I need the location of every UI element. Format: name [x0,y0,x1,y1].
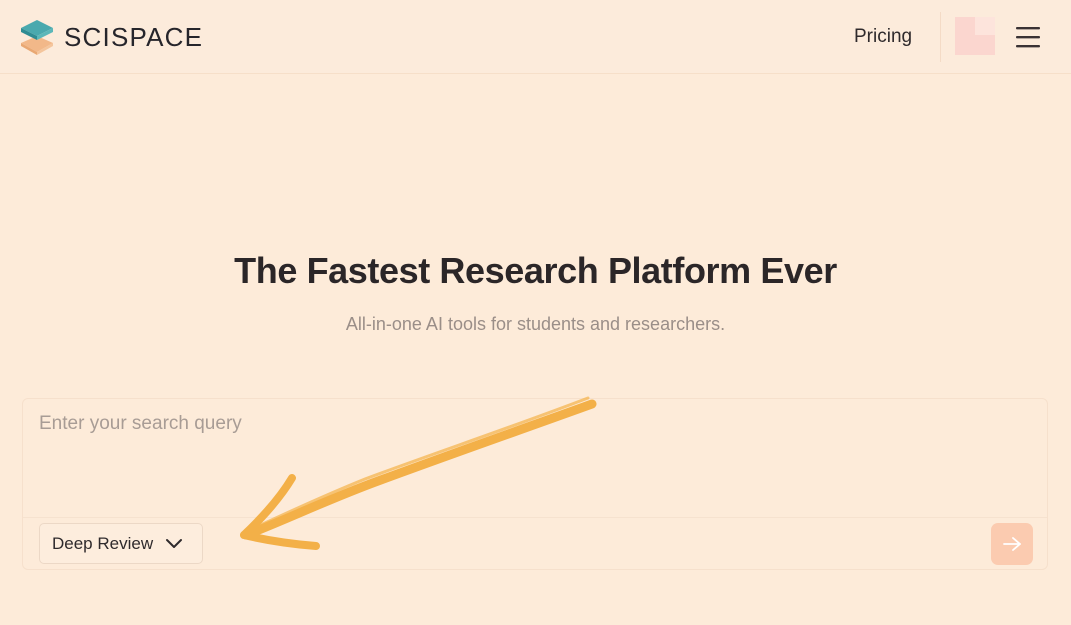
hamburger-menu-icon[interactable] [1014,24,1042,50]
submit-search-button[interactable] [991,523,1033,565]
search-mode-label: Deep Review [52,533,154,553]
chevron-down-icon [166,538,183,548]
search-card: Deep Review [22,398,1048,570]
search-mode-dropdown[interactable]: Deep Review [39,523,203,564]
brand-logo[interactable]: SCISPACE [20,19,203,55]
nav-divider [940,12,941,62]
search-input[interactable] [39,413,1029,509]
search-card-divider [23,517,1047,518]
brand-name: SCISPACE [64,21,204,52]
page-subtitle: All-in-one AI tools for students and res… [345,314,726,334]
top-navbar: SCISPACE Pricing [0,0,1071,74]
page-title: The Fastest Research Platform Ever [234,250,837,291]
pricing-link[interactable]: Pricing [854,26,912,48]
arrow-right-icon [1003,537,1021,551]
stacked-layers-logo-icon [21,20,53,55]
user-avatar[interactable] [953,15,997,57]
